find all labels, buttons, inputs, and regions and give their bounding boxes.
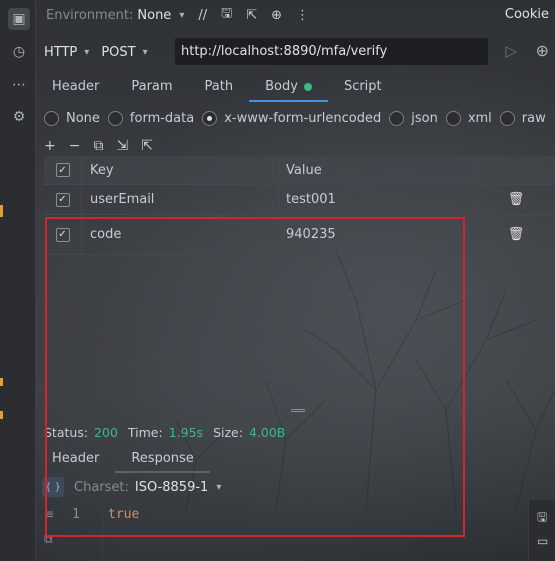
tab-param[interactable]: Param (115, 74, 188, 102)
more-icon[interactable]: ⋯ (8, 74, 30, 96)
tab-body[interactable]: Body (249, 74, 328, 102)
status-label: Status: (44, 424, 89, 440)
column-header-value: Value (280, 156, 477, 184)
chevron-down-icon: ▾ (84, 46, 90, 58)
tab-header[interactable]: Header (36, 74, 115, 102)
radio-raw[interactable]: raw (499, 110, 546, 126)
radio-json[interactable]: json (389, 110, 438, 126)
settings-gear-icon[interactable]: ⚙ (8, 106, 30, 128)
response-body: true (108, 507, 140, 522)
panel-splitter[interactable] (291, 409, 305, 412)
value-cell[interactable]: test001 (280, 185, 477, 214)
chevron-down-icon[interactable]: ▾ (179, 10, 184, 21)
left-tool-strip: ▣ ◷ ⋯ ⚙ (0, 0, 36, 561)
key-cell[interactable]: code (82, 215, 280, 254)
gutter-marker (0, 205, 3, 217)
time-label: Time: (127, 424, 163, 440)
status-code: 200 (94, 424, 118, 440)
tab-script[interactable]: Script (328, 74, 398, 102)
wrap-lines-icon[interactable]: ≡ (44, 507, 54, 521)
export-icon[interactable]: ⇱ (141, 138, 153, 154)
environment-label: Environment: (46, 7, 134, 23)
body-type-radios: None form-data x-www-form-urlencoded jso… (44, 107, 555, 129)
table-row: ✓ code 940235 🗑 (44, 215, 555, 255)
copy-response-icon[interactable]: ⧉ (44, 532, 53, 547)
row-checkbox[interactable]: ✓ (55, 227, 70, 242)
add-icon[interactable]: ⊕ (536, 41, 549, 60)
http-client-icon[interactable]: ▣ (8, 8, 30, 30)
key-cell[interactable]: userEmail (82, 185, 280, 214)
open-external-icon[interactable]: ⇱ (246, 8, 257, 23)
cookie-button[interactable]: Cookie (505, 7, 549, 22)
kebab-menu-icon[interactable]: ⋮ (296, 8, 309, 23)
radio-none[interactable]: None (44, 110, 100, 126)
save-icon[interactable]: 🖫 (221, 4, 232, 26)
table-header-row: ✓ Key Value (44, 156, 555, 185)
request-line: HTTP ▾ POST ▾ http://localhost:8890/mfa/… (36, 38, 555, 66)
size-value: 4.00B (248, 424, 286, 440)
table-row: ✓ userEmail test001 🗑 (44, 185, 555, 215)
environment-select[interactable]: None (137, 8, 171, 23)
response-tabs: Header Response (36, 449, 210, 473)
protocol-value: HTTP (44, 44, 78, 60)
history-icon[interactable]: ◷ (8, 41, 30, 63)
comment-slashes-icon[interactable]: // (198, 8, 207, 23)
charset-label: Charset: (74, 479, 129, 495)
add-row-icon[interactable]: + (44, 138, 56, 154)
send-icon[interactable]: ▷ (505, 42, 517, 60)
protocol-select[interactable]: HTTP ▾ (44, 45, 89, 60)
tab-response-body[interactable]: Response (115, 449, 210, 473)
response-side-toolbar: 🖫 ▭ (528, 500, 555, 561)
copy-icon[interactable]: ⧉ (93, 138, 103, 154)
method-select[interactable]: POST ▾ (101, 45, 147, 60)
radio-xml[interactable]: xml (445, 110, 492, 126)
chevron-down-icon: ▾ (142, 46, 148, 58)
time-value: 1.95s (168, 424, 204, 440)
format-braces-icon[interactable]: { } (42, 477, 64, 497)
row-checkbox[interactable]: ✓ (55, 192, 70, 207)
gutter-divider (102, 500, 103, 561)
remove-row-icon[interactable]: − (69, 138, 81, 154)
request-tabs: Header Param Path Body Script (36, 74, 555, 102)
status-dot-icon (303, 82, 312, 91)
line-number: 1 (72, 507, 80, 522)
import-icon[interactable]: ⇲ (116, 138, 128, 154)
gutter-marker (0, 378, 3, 386)
select-all-checkbox[interactable]: ✓ (55, 163, 70, 177)
gutter-marker (0, 411, 3, 419)
url-input[interactable]: http://localhost:8890/mfa/verify (175, 38, 488, 65)
column-header-key: Key (82, 156, 280, 184)
response-editor[interactable]: 1 true (64, 500, 528, 561)
panel-icon[interactable]: ▭ (537, 534, 548, 548)
method-value: POST (101, 44, 136, 60)
top-bar: Environment: None ▾ // 🖫 ⇱ ⊕ ⋮ Cookie (36, 0, 555, 30)
tab-path[interactable]: Path (189, 74, 250, 102)
params-table: ✓ Key Value ✓ userEmail test001 🗑 ✓ code… (44, 156, 555, 255)
trash-icon[interactable]: 🗑 (508, 192, 525, 207)
tab-response-header[interactable]: Header (36, 449, 115, 473)
crosshair-icon[interactable]: ⊕ (271, 8, 282, 23)
size-label: Size: (213, 424, 243, 440)
value-cell[interactable]: 940235 (280, 215, 477, 254)
trash-icon[interactable]: 🗑 (508, 227, 525, 242)
radio-x-www-form-urlencoded[interactable]: x-www-form-urlencoded (202, 110, 381, 126)
response-status: Status: 200 Time: 1.95s Size: 4.00B (44, 423, 295, 441)
table-toolbar: + − ⧉ ⇲ ⇱ (44, 136, 166, 156)
charset-select[interactable]: ISO-8859-1 (135, 480, 208, 495)
chevron-down-icon[interactable]: ▾ (216, 482, 221, 493)
charset-row: { } Charset: ISO-8859-1 ▾ (40, 476, 555, 498)
radio-form-data[interactable]: form-data (107, 110, 194, 126)
save-icon[interactable]: 🖫 (537, 508, 547, 529)
